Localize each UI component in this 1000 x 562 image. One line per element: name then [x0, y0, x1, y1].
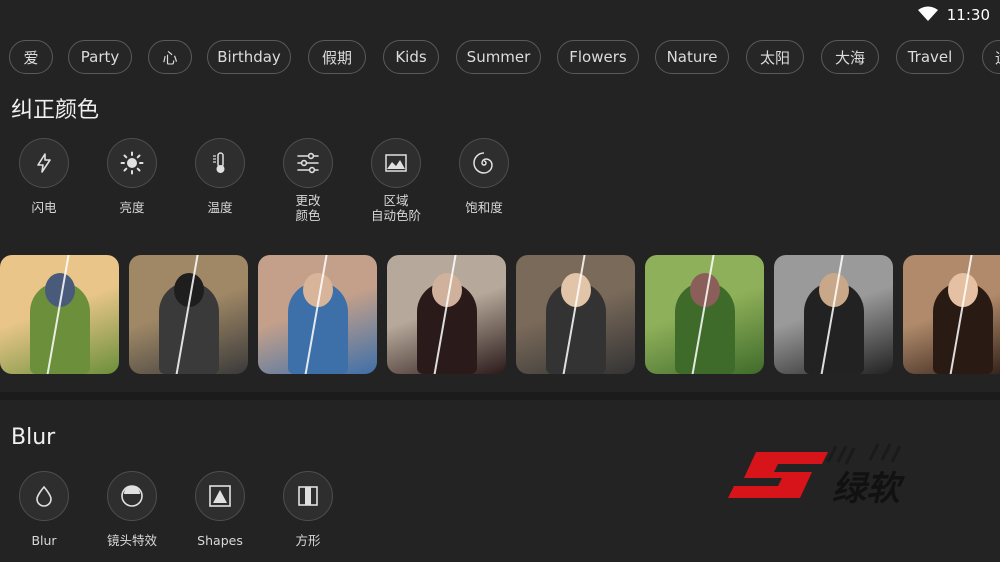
triangle-icon: [209, 485, 231, 507]
preset-photo-strip[interactable]: [0, 255, 1000, 376]
preset-thumbnail-park-trees[interactable]: [645, 255, 764, 374]
tool-lightning-button[interactable]: [19, 138, 69, 188]
tool-blur[interactable]: Blur: [0, 471, 89, 548]
section-title-color: 纠正颜色: [11, 98, 100, 123]
tool-label: 闪电: [31, 200, 57, 215]
tag-chip[interactable]: 大海: [821, 40, 879, 74]
tag-label: 太阳: [759, 48, 790, 67]
lens-icon: [121, 485, 143, 507]
tool-label: 亮度: [119, 200, 145, 215]
spiral-icon: [473, 152, 493, 174]
thermometer-icon: [213, 152, 225, 173]
tag-label: 大海: [834, 48, 865, 67]
tool-label: 区域 自动色阶: [370, 193, 421, 223]
brightness-icon: [120, 151, 144, 175]
tool-blur-button[interactable]: [19, 471, 69, 521]
tool-temperature-button[interactable]: [195, 138, 245, 188]
landscape-icon: [385, 154, 407, 172]
tag-label: Flowers: [569, 48, 627, 66]
watermark-logo: 绿软: [728, 443, 906, 509]
preset-thumbnail-woman-in-field[interactable]: [0, 255, 119, 374]
tag-chip[interactable]: 运: [982, 40, 1000, 74]
tag-chip[interactable]: 太阳: [746, 40, 804, 74]
tag-chip-row[interactable]: 爱 Party 心 Birthday 假期 Kids Summer Flower…: [0, 40, 1000, 76]
status-time: 11:30: [946, 6, 990, 24]
tool-saturation-button[interactable]: [459, 138, 509, 188]
tag-chip[interactable]: Kids: [383, 40, 439, 74]
square-split-icon: [298, 486, 318, 506]
tag-chip[interactable]: 假期: [308, 40, 366, 74]
preset-thumbnail-woman-brick-wall[interactable]: [387, 255, 506, 374]
tool-temperature[interactable]: 温度: [175, 138, 265, 215]
tag-chip[interactable]: 心: [148, 40, 192, 74]
tool-label: 方形: [295, 533, 321, 548]
tag-chip[interactable]: Summer: [456, 40, 541, 74]
tool-shapes[interactable]: Shapes: [175, 471, 265, 548]
tag-chip[interactable]: Travel: [896, 40, 964, 74]
drop-icon: [36, 485, 52, 507]
tool-lightning[interactable]: 闪电: [0, 138, 89, 215]
tool-auto-levels[interactable]: 区域 自动色阶: [351, 138, 441, 223]
tag-label: Party: [80, 48, 120, 66]
preset-thumbnail-couple-smiling[interactable]: [258, 255, 377, 374]
tool-change-color-button[interactable]: [283, 138, 333, 188]
preset-thumbnail-girl-jumping-puddle[interactable]: [129, 255, 248, 374]
tag-label: 假期: [321, 48, 352, 67]
tool-square-button[interactable]: [283, 471, 333, 521]
tool-label: 温度: [207, 200, 233, 215]
tag-chip[interactable]: 爱: [9, 40, 53, 74]
tag-label: Travel: [907, 48, 953, 66]
tag-chip[interactable]: Party: [68, 40, 132, 74]
tool-label: Blur: [31, 533, 57, 548]
tag-label: 爱: [23, 48, 39, 67]
tool-label: Shapes: [197, 533, 243, 548]
tool-label: 镜头特效: [106, 533, 157, 548]
tag-label: Summer: [466, 48, 531, 66]
tool-brightness[interactable]: 亮度: [87, 138, 177, 215]
tool-lens-effect[interactable]: 镜头特效: [87, 471, 177, 548]
wifi-icon: [918, 6, 938, 21]
tag-label: 运: [995, 47, 1000, 68]
preset-thumbnail-two-men-sunglasses[interactable]: [774, 255, 893, 374]
tool-change-color[interactable]: 更改 颜色: [263, 138, 353, 223]
tag-label: Kids: [395, 48, 427, 66]
preset-thumbnail-woman-headphones[interactable]: [903, 255, 1000, 374]
watermark-text: 绿软: [832, 469, 906, 509]
tag-label: Nature: [666, 48, 718, 66]
tool-shapes-button[interactable]: [195, 471, 245, 521]
tag-label: 心: [162, 48, 178, 67]
sliders-icon: [297, 152, 319, 174]
tool-label: 饱和度: [465, 200, 503, 215]
preset-thumbnail-woman-black-hat[interactable]: [516, 255, 635, 374]
section-divider: [0, 392, 1000, 400]
tool-auto-levels-button[interactable]: [371, 138, 421, 188]
tool-label: 更改 颜色: [295, 193, 321, 223]
lightning-icon: [37, 153, 51, 173]
status-bar: 11:30: [0, 0, 1000, 30]
tool-brightness-button[interactable]: [107, 138, 157, 188]
tool-square[interactable]: 方形: [263, 471, 353, 548]
tag-chip[interactable]: Flowers: [557, 40, 639, 74]
tag-chip[interactable]: Birthday: [207, 40, 291, 74]
tag-chip[interactable]: Nature: [655, 40, 729, 74]
section-title-blur: Blur: [11, 425, 56, 450]
tool-lens-effect-button[interactable]: [107, 471, 157, 521]
tool-saturation[interactable]: 饱和度: [439, 138, 529, 215]
tag-label: Birthday: [217, 48, 281, 66]
